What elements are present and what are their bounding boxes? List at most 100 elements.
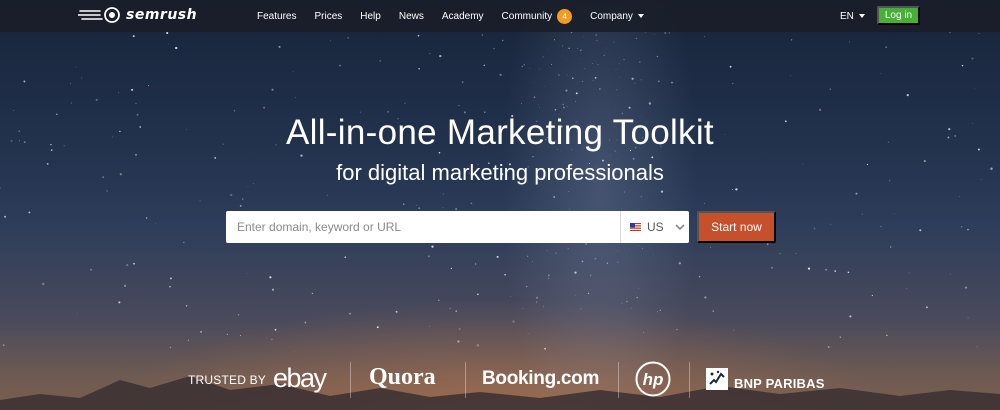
star bbox=[643, 332, 644, 333]
star bbox=[636, 296, 638, 299]
star bbox=[551, 64, 553, 65]
star bbox=[779, 253, 781, 255]
star bbox=[241, 198, 244, 200]
trusted-by-bar: TRUSTED BY ebay Quora Booking.com hp BNP… bbox=[0, 360, 1000, 400]
language-selector[interactable]: EN bbox=[840, 0, 865, 32]
star bbox=[576, 47, 578, 49]
nav-help[interactable]: Help bbox=[360, 11, 381, 22]
star bbox=[871, 294, 874, 297]
star bbox=[553, 196, 556, 198]
star bbox=[168, 43, 170, 45]
nav-community[interactable]: Community 4 bbox=[501, 8, 573, 24]
star bbox=[566, 106, 568, 108]
nav-features[interactable]: Features bbox=[257, 11, 296, 22]
hero-headline: All-in-one Marketing Toolkit bbox=[286, 113, 714, 152]
star bbox=[330, 40, 331, 42]
star bbox=[214, 156, 217, 159]
star bbox=[657, 80, 660, 83]
star bbox=[496, 255, 499, 258]
star bbox=[577, 294, 579, 296]
star bbox=[418, 67, 420, 70]
star bbox=[145, 217, 148, 219]
nav-news[interactable]: News bbox=[399, 11, 424, 22]
star bbox=[339, 64, 341, 67]
star bbox=[568, 191, 570, 192]
star bbox=[638, 245, 640, 246]
star bbox=[135, 102, 137, 105]
star bbox=[455, 207, 458, 211]
star bbox=[90, 268, 92, 271]
star bbox=[959, 196, 960, 197]
star bbox=[596, 39, 598, 41]
start-now-button[interactable]: Start now bbox=[697, 211, 776, 243]
star bbox=[300, 154, 303, 157]
star bbox=[95, 98, 98, 101]
star bbox=[659, 309, 661, 311]
star bbox=[169, 285, 171, 288]
star bbox=[187, 339, 189, 341]
login-button[interactable]: Log in bbox=[877, 6, 920, 25]
star bbox=[458, 328, 461, 330]
star bbox=[834, 270, 837, 273]
star bbox=[668, 32, 670, 34]
nav-company-label: Company bbox=[590, 10, 633, 22]
star bbox=[455, 310, 458, 312]
star bbox=[619, 77, 620, 78]
star bbox=[118, 301, 121, 304]
star bbox=[416, 204, 418, 206]
nav-academy[interactable]: Academy bbox=[442, 11, 484, 22]
star bbox=[827, 346, 830, 348]
bnp-paribas-logo: BNP PARIBAS bbox=[706, 366, 825, 391]
caret-down-icon bbox=[637, 14, 644, 18]
star bbox=[651, 156, 654, 159]
star bbox=[538, 104, 539, 105]
nav-company-dropdown[interactable]: Company bbox=[590, 11, 644, 22]
star bbox=[185, 305, 188, 307]
star bbox=[581, 80, 584, 82]
domain-search-input[interactable] bbox=[226, 211, 620, 243]
star bbox=[591, 62, 593, 64]
star bbox=[615, 69, 617, 71]
star bbox=[81, 77, 83, 79]
star bbox=[967, 228, 969, 231]
star bbox=[771, 266, 773, 269]
star bbox=[404, 102, 406, 105]
star bbox=[106, 190, 108, 192]
star bbox=[890, 246, 892, 248]
star bbox=[964, 286, 968, 289]
semrush-logo[interactable]: semrush bbox=[78, 7, 197, 23]
star bbox=[621, 302, 623, 305]
star bbox=[886, 334, 888, 337]
star bbox=[597, 63, 599, 65]
star bbox=[660, 190, 664, 193]
star bbox=[132, 35, 135, 38]
ebay-logo: ebay bbox=[273, 363, 327, 393]
database-select[interactable]: US bbox=[620, 211, 689, 243]
star bbox=[477, 293, 479, 296]
star bbox=[961, 64, 964, 67]
star bbox=[470, 202, 473, 205]
star bbox=[676, 328, 678, 330]
star bbox=[461, 81, 464, 83]
star bbox=[880, 226, 882, 227]
star bbox=[609, 154, 611, 156]
hero-subheadline: for digital marketing professionals bbox=[336, 160, 664, 185]
star bbox=[347, 37, 349, 39]
star bbox=[523, 64, 525, 66]
star bbox=[76, 313, 78, 315]
star bbox=[233, 110, 236, 112]
star bbox=[510, 296, 512, 298]
logo-divider bbox=[689, 362, 690, 398]
star bbox=[542, 56, 544, 58]
star bbox=[442, 207, 444, 209]
star bbox=[807, 267, 811, 270]
star bbox=[75, 66, 77, 68]
star bbox=[698, 275, 701, 278]
nav-prices[interactable]: Prices bbox=[314, 11, 342, 22]
star bbox=[617, 261, 619, 263]
star bbox=[483, 64, 486, 67]
nav-community-label: Community bbox=[501, 10, 553, 22]
star bbox=[594, 76, 597, 79]
star bbox=[269, 276, 272, 279]
star bbox=[566, 74, 568, 76]
